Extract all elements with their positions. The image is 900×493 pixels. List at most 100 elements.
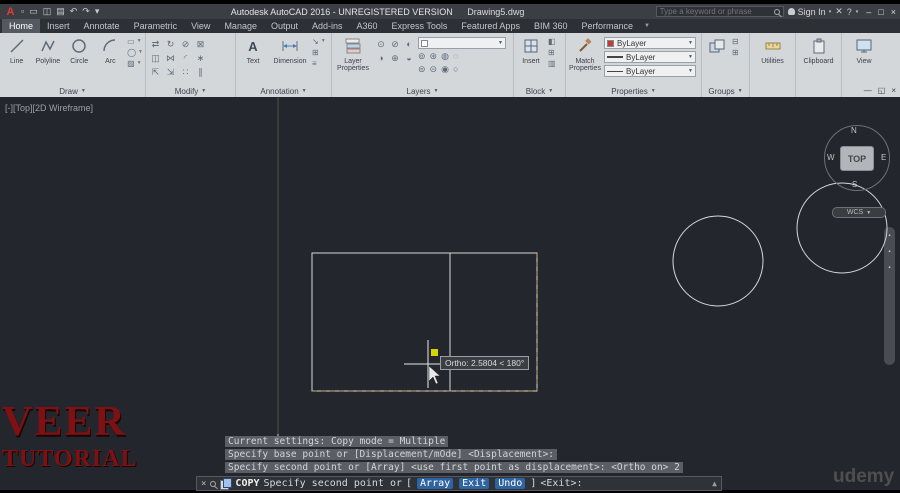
fillet-icon[interactable]: ◜ (178, 51, 193, 65)
plot-icon[interactable]: ▤ (56, 6, 65, 17)
group-edit-tool[interactable]: ⊞ (732, 48, 739, 57)
object-color-dropdown[interactable]: ByLayer ▼ (604, 37, 696, 49)
circle-tool[interactable]: Circle (65, 35, 94, 65)
tab-featured-apps[interactable]: Featured Apps (454, 19, 527, 33)
layer-state-icon[interactable]: ◉ (441, 64, 449, 75)
define-attribute-tool[interactable]: ▥ (548, 59, 556, 68)
command-history-toggle-icon[interactable]: ▲ (712, 479, 717, 488)
copy-icon[interactable]: ◫ (148, 51, 163, 65)
polyline-tool[interactable]: Polyline (33, 35, 62, 65)
explode-icon[interactable]: ∗ (193, 51, 208, 65)
tab-bim-360[interactable]: BIM 360 (527, 19, 575, 33)
search-input[interactable] (659, 7, 771, 16)
option-array[interactable]: Array (417, 478, 454, 489)
drawing-area[interactable]: [-][Top][2D Wireframe] N W E S TOP WCS ▼… (0, 97, 900, 490)
nav-pan-icon[interactable]: ▪ (888, 233, 890, 239)
help-button[interactable]: ? (847, 7, 852, 17)
layer-unlock-icon[interactable]: ⊚ (418, 51, 426, 62)
text-tool[interactable]: A Text (238, 35, 268, 66)
tab-view[interactable]: View (184, 19, 217, 33)
recent-commands-icon[interactable] (210, 480, 217, 487)
open-file-icon[interactable]: ▭ (29, 6, 38, 17)
tab-express-tools[interactable]: Express Tools (385, 19, 455, 33)
new-file-icon[interactable]: ▫ (21, 6, 24, 17)
insert-block-tool[interactable]: Insert (516, 35, 546, 65)
search-icon[interactable] (773, 8, 780, 15)
lineweight-dropdown[interactable]: ByLayer ▼ (604, 51, 696, 63)
panel-label-block[interactable]: Block ▼ (514, 85, 565, 97)
qat-caret-icon[interactable]: ▾ (95, 6, 100, 17)
line-tool[interactable]: Line (2, 35, 31, 65)
nav-zoom-icon[interactable]: ▪ (888, 249, 890, 255)
exchange-apps-icon[interactable]: ✕ (835, 6, 843, 17)
tab-overflow-caret-icon[interactable]: ▼ (640, 19, 654, 33)
layer-properties-tool[interactable]: Layer Properties (334, 35, 372, 72)
doc-restore-icon[interactable]: ◱ (878, 86, 886, 95)
trim-icon[interactable]: ⊘ (178, 37, 193, 51)
scale-icon[interactable]: ⇲ (163, 65, 178, 79)
panel-label-annotation[interactable]: Annotation ▼ (236, 85, 331, 97)
tab-performance[interactable]: Performance (574, 19, 640, 33)
layer-thaw-icon[interactable]: ⊝ (430, 64, 438, 75)
sign-in-button[interactable]: Sign In ▾ (787, 7, 831, 17)
tab-manage[interactable]: Manage (217, 19, 264, 33)
window-maximize-icon[interactable]: □ (878, 7, 883, 17)
window-close-icon[interactable]: × (891, 7, 896, 17)
ungroup-tool[interactable]: ⊟ (732, 37, 739, 46)
layer-lock-icon[interactable]: ◑ (374, 51, 388, 65)
navigation-bar[interactable]: ▪ ▪ ▪ (884, 227, 895, 365)
tab-parametric[interactable]: Parametric (127, 19, 185, 33)
viewcube-south-label[interactable]: S (852, 180, 857, 189)
view-tool[interactable]: View (844, 35, 884, 65)
arc-tool[interactable]: Arc (96, 35, 125, 65)
viewcube-east-label[interactable]: E (881, 153, 886, 162)
linetype-dropdown[interactable]: ByLayer ▼ (604, 65, 696, 77)
panel-label-draw[interactable]: Draw ▼ (0, 85, 145, 97)
option-exit[interactable]: Exit (459, 478, 490, 489)
move-icon[interactable]: ⇄ (148, 37, 163, 51)
create-block-tool[interactable]: ⊞ (548, 48, 556, 57)
save-icon[interactable]: ◫ (43, 6, 52, 17)
option-undo[interactable]: Undo (495, 478, 526, 489)
layer-match-icon[interactable]: ◒ (402, 51, 416, 65)
command-line[interactable]: × COPY Specify second point or [ Array E… (196, 476, 722, 491)
mirror-icon[interactable]: ⋈ (163, 51, 178, 65)
help-search-box[interactable] (655, 6, 784, 17)
tab-home[interactable]: Home (2, 19, 41, 33)
rotate-icon[interactable]: ↻ (163, 37, 178, 51)
tab-a360[interactable]: A360 (350, 19, 385, 33)
nav-orbit-icon[interactable]: ▪ (888, 265, 890, 271)
tab-insert[interactable]: Insert (40, 19, 77, 33)
ellipse-tool[interactable]: ◯ ▼ (127, 48, 143, 57)
table-tool[interactable]: ⊞ (312, 48, 326, 57)
erase-icon[interactable]: ⊠ (193, 37, 208, 51)
clipboard-tool[interactable]: Clipboard (798, 35, 839, 65)
viewcube-top-face[interactable]: TOP (840, 146, 874, 171)
window-minimize-icon[interactable]: – (866, 7, 871, 17)
help-caret-icon[interactable]: ▾ (856, 9, 859, 15)
dimension-tool[interactable]: Dimension (270, 35, 310, 65)
stretch-icon[interactable]: ⇱ (148, 65, 163, 79)
panel-label-properties[interactable]: Properties ▼ (566, 85, 701, 97)
match-properties-tool[interactable]: Match Properties (568, 35, 602, 72)
leader-tool[interactable]: ↘ ▼ (312, 37, 326, 46)
utilities-tool[interactable]: Utilities (752, 35, 793, 65)
layer-isolate-icon[interactable]: ◐ (402, 37, 416, 51)
layer-select-dropdown[interactable]: ▼ (418, 37, 506, 49)
viewcube-west-label[interactable]: W (827, 153, 835, 162)
redo-icon[interactable]: ↷ (82, 6, 90, 17)
layer-walk-icon[interactable]: ◍ (441, 51, 449, 62)
hatch-tool[interactable]: ▨ ▼ (127, 59, 143, 68)
layer-delete-icon[interactable]: ○ (453, 64, 458, 75)
edit-attribute-tool[interactable]: ◧ (548, 37, 556, 46)
array-icon[interactable]: ∷ (178, 65, 193, 79)
autocad-logo[interactable]: A (4, 6, 17, 18)
tab-annotate[interactable]: Annotate (77, 19, 127, 33)
layer-freeze-icon[interactable]: ⊘ (388, 37, 402, 51)
doc-close-icon[interactable]: × (891, 86, 896, 95)
tab-add-ins[interactable]: Add-ins (305, 19, 350, 33)
annotation-extra-tool[interactable]: ≡ (312, 59, 326, 68)
panel-label-groups[interactable]: Groups ▼ (702, 85, 749, 97)
viewport-controls[interactable]: [-][Top][2D Wireframe] (5, 103, 93, 113)
offset-icon[interactable]: ∥ (193, 65, 208, 79)
